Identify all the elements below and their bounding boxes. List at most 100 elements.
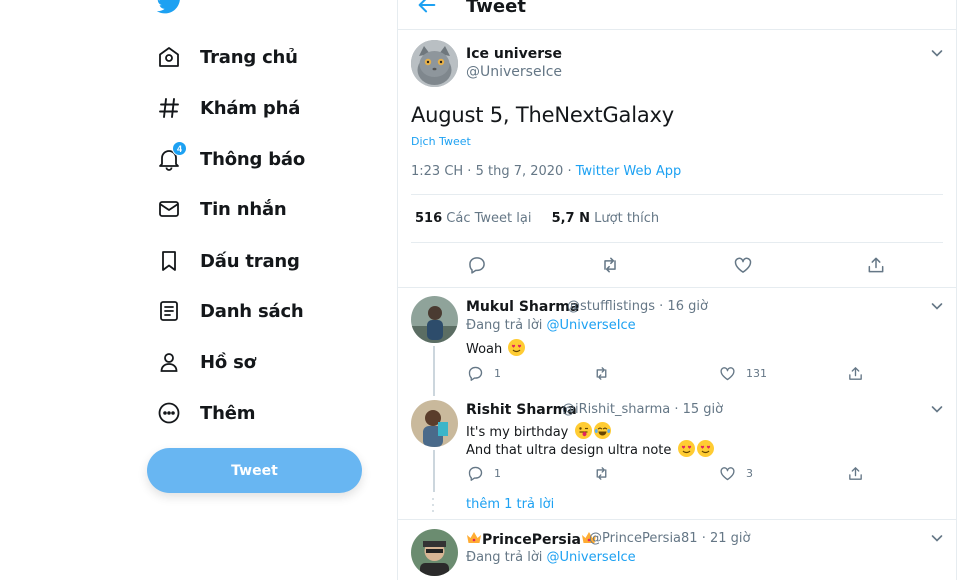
retweets-count: 516: [415, 211, 443, 226]
thread-line: [433, 450, 435, 492]
translate-tweet-link[interactable]: Dịch Tweet: [411, 135, 471, 148]
like-icon[interactable]: [733, 255, 753, 275]
page-title: Tweet: [466, 0, 526, 17]
like-icon[interactable]: [719, 365, 736, 382]
chevron-down-icon[interactable]: [929, 45, 945, 61]
retweet-icon[interactable]: [593, 365, 610, 382]
reply-text: It's my birthday: [466, 422, 611, 440]
share-icon[interactable]: [847, 365, 864, 382]
sidebar-item-label: Hồ sơ: [200, 351, 256, 373]
sidebar-item-notifications[interactable]: 4 Thông báo: [156, 141, 306, 175]
hashtag-icon: [156, 95, 182, 121]
list-icon: [156, 298, 182, 324]
reply-author-meta: @iRishit_sharma · 15 giờ: [562, 402, 724, 417]
divider: [411, 194, 943, 195]
replying-prefix: Đang trả lời: [466, 550, 547, 565]
mention-link[interactable]: @UniverseIce: [547, 550, 636, 565]
sidebar-item-more[interactable]: Thêm: [156, 397, 255, 429]
tweet-author-name[interactable]: Ice universe: [466, 46, 562, 62]
thread-dots-icon: [432, 498, 434, 512]
reply-author-name[interactable]: Mukul Sharma: [466, 299, 579, 315]
reply-text-line: Woah: [466, 342, 503, 357]
sidebar-item-label: Dấu trang: [200, 250, 300, 272]
more-circle-icon: [156, 400, 182, 426]
avatar[interactable]: [411, 40, 458, 87]
tweet-text: August 5, TheNextGalaxy: [411, 103, 674, 127]
person-icon: [156, 349, 182, 375]
heart-eyes-emoji-icon: [696, 440, 714, 457]
sidebar-item-explore[interactable]: Khám phá: [156, 92, 300, 124]
replying-to: Đang trả lời @UniverseIce: [466, 318, 636, 333]
divider: [398, 287, 956, 288]
retweet-icon[interactable]: [600, 255, 620, 275]
chevron-down-icon[interactable]: [929, 298, 945, 314]
back-arrow-icon[interactable]: [416, 0, 438, 16]
sidebar-item-label: Khám phá: [200, 97, 301, 119]
tweet-stats: 516 Các Tweet lại 5,7 N Lượt thích: [415, 211, 659, 226]
reply-author-name-text: PrincePersia: [482, 532, 581, 548]
mention-link[interactable]: @UniverseIce: [547, 318, 636, 333]
reply-author-name[interactable]: Rishit Sharma: [466, 402, 577, 418]
likes-label: Lượt thích: [590, 211, 660, 226]
retweets-label: Các Tweet lại: [442, 211, 532, 226]
sidebar-item-profile[interactable]: Hồ sơ: [156, 346, 256, 378]
page-header: Tweet: [398, 0, 956, 30]
divider: [398, 519, 956, 520]
retweets-stat[interactable]: 516 Các Tweet lại: [415, 211, 531, 226]
retweet-icon[interactable]: [593, 465, 610, 482]
likes-stat[interactable]: 5,7 N Lượt thích: [552, 211, 660, 226]
chevron-down-icon[interactable]: [929, 401, 945, 417]
winking-tongue-emoji-icon: [574, 422, 592, 439]
sidebar-item-label: Trang chủ: [200, 46, 298, 68]
reply-text: Woah: [466, 339, 526, 357]
notification-badge: 4: [172, 141, 187, 156]
sidebar-item-messages[interactable]: Tin nhắn: [156, 193, 287, 225]
likes-count: 5,7 N: [551, 211, 591, 226]
reply-count: 1: [494, 467, 501, 480]
reply-count: 1: [494, 367, 501, 380]
reply-icon[interactable]: [467, 365, 484, 382]
thread-line: [433, 346, 435, 396]
reply-icon[interactable]: [467, 465, 484, 482]
reply-author-name[interactable]: PrincePersia: [466, 531, 597, 548]
sidebar-item-label: Danh sách: [200, 300, 304, 322]
heart-eyes-emoji-icon: [677, 440, 695, 457]
twitter-bird-icon[interactable]: [157, 0, 183, 14]
like-count: 3: [746, 467, 753, 480]
replying-to: Đang trả lời @UniverseIce: [466, 550, 636, 565]
show-more-replies-link[interactable]: thêm 1 trả lời: [466, 497, 554, 512]
share-icon[interactable]: [866, 255, 886, 275]
main-column: Tweet Ice universe @UniverseIce August 5…: [397, 0, 957, 580]
reply-text-line: And that ultra design ultra note: [466, 443, 672, 458]
tweet-time[interactable]: 1:23 CH · 5 thg 7, 2020 ·: [411, 164, 576, 179]
sidebar-item-bookmarks[interactable]: Dấu trang: [156, 245, 300, 277]
home-icon: [156, 44, 182, 70]
bookmark-icon: [156, 248, 182, 274]
like-count: 131: [746, 367, 767, 380]
avatar[interactable]: [411, 296, 458, 343]
mail-icon: [156, 196, 182, 222]
tears-of-joy-emoji-icon: [593, 422, 611, 439]
crown-icon: [466, 531, 482, 545]
sidebar-item-lists[interactable]: Danh sách: [156, 295, 304, 327]
reply-author-meta: @PrincePersia81 · 21 giờ: [589, 531, 751, 546]
reply-author-meta: @stufflistings · 16 giờ: [567, 299, 708, 314]
sidebar-item-home[interactable]: Trang chủ: [156, 41, 298, 73]
reply-icon[interactable]: [467, 255, 487, 275]
reply-text: And that ultra design ultra note: [466, 440, 714, 458]
like-icon[interactable]: [719, 465, 736, 482]
tweet-source-link[interactable]: Twitter Web App: [576, 164, 682, 179]
avatar[interactable]: [411, 400, 458, 447]
tweet-author-handle[interactable]: @UniverseIce: [466, 64, 562, 80]
reply-text-line: It's my birthday: [466, 425, 569, 440]
share-icon[interactable]: [847, 465, 864, 482]
avatar[interactable]: [411, 529, 458, 576]
sidebar-item-label: Thông báo: [200, 148, 306, 170]
heart-eyes-emoji-icon: [508, 339, 526, 356]
divider: [411, 242, 943, 243]
sidebar-item-label: Thêm: [200, 402, 256, 424]
bell-icon: 4: [156, 141, 187, 172]
tweet-button[interactable]: Tweet: [147, 448, 362, 493]
chevron-down-icon[interactable]: [929, 530, 945, 546]
tweet-timestamp: 1:23 CH · 5 thg 7, 2020 · Twitter Web Ap…: [411, 164, 681, 179]
